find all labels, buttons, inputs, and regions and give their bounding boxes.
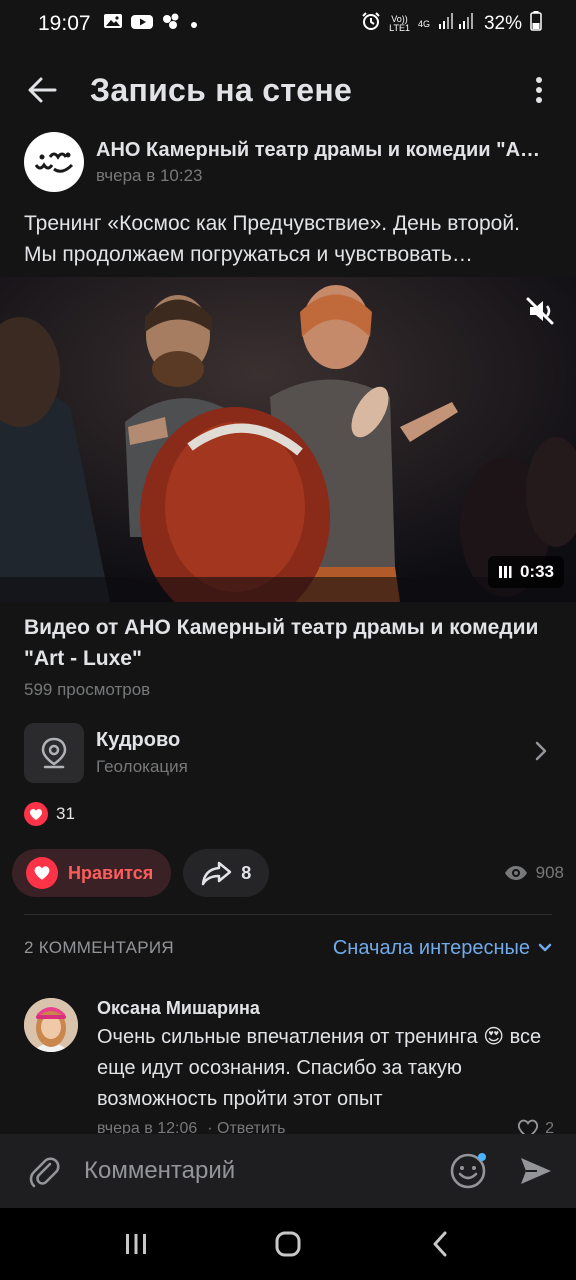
network-bottom: LTE1	[389, 23, 410, 33]
video-duration-badge: 0:33	[487, 556, 564, 588]
geo-label: Геолокация	[96, 757, 188, 776]
like-label: Нравится	[68, 862, 154, 883]
gallery-icon	[103, 12, 123, 36]
notification-dot	[478, 1153, 486, 1161]
page-title: Запись на стене	[90, 71, 353, 108]
post-actions: Нравится 8 908	[12, 848, 564, 898]
comment-author[interactable]: Оксана Мишарина	[97, 998, 554, 1019]
geo-name: Кудрово	[96, 729, 181, 751]
mute-icon[interactable]	[524, 295, 556, 332]
heart-icon	[26, 857, 58, 889]
nav-back-icon[interactable]	[410, 1214, 470, 1274]
reply-button[interactable]: · Ответить	[207, 1120, 285, 1134]
video-thumbnail	[0, 277, 576, 602]
comments-header: 2 КОММЕНТАРИЯ Сначала интересные	[24, 934, 552, 962]
theatre-logo-icon	[34, 152, 74, 173]
reply-label: Ответить	[217, 1120, 286, 1134]
comment-likes-count: 2	[545, 1120, 554, 1134]
comment-input[interactable]: Комментарий	[84, 1157, 446, 1185]
post-text[interactable]: Тренинг «Космос как Предчувствие». День …	[24, 208, 556, 270]
send-icon[interactable]	[518, 1153, 554, 1189]
post-time: вчера в 10:23	[96, 165, 203, 185]
post-author[interactable]: АНО Камерный театр драмы и комедии "Art …	[24, 132, 554, 192]
author-name[interactable]: АНО Камерный театр драмы и комедии "Art …	[96, 139, 546, 162]
author-avatar[interactable]	[24, 132, 84, 192]
heart-outline-icon	[517, 1119, 539, 1134]
home-icon[interactable]	[258, 1214, 318, 1274]
divider	[24, 914, 552, 915]
alarm-icon	[361, 11, 381, 37]
paperclip-icon[interactable]	[24, 1151, 64, 1191]
battery-icon	[530, 11, 542, 37]
dot-icon	[189, 12, 199, 36]
geolocation-row[interactable]: Кудрово Геолокация	[24, 722, 554, 784]
back-arrow-icon[interactable]	[22, 70, 62, 110]
app-header: Запись на стене	[0, 58, 576, 122]
more-vertical-icon[interactable]	[524, 70, 554, 110]
views-counter: 908	[504, 863, 564, 883]
comment-meta: вчера в 12:06 · Ответить 2	[97, 1119, 554, 1134]
likes-summary[interactable]: 31	[24, 802, 75, 826]
comment-time: вчера в 12:06	[97, 1120, 198, 1134]
system-nav-bar	[0, 1208, 576, 1280]
heart-eyes-emoji-icon: 😍	[483, 1026, 505, 1048]
map-pin-icon	[24, 723, 84, 783]
recent-apps-icon[interactable]	[106, 1214, 166, 1274]
volte-indicator: Vo)) LTE1	[389, 15, 410, 33]
pause-bars-icon	[498, 566, 512, 578]
avatar[interactable]	[24, 998, 78, 1052]
video-duration: 0:33	[519, 562, 554, 581]
likes-count: 31	[56, 804, 75, 823]
video-title[interactable]: Видео от АНО Камерный театр драмы и коме…	[24, 612, 558, 674]
comment-text: Очень сильные впечатления от тренинга 😍 …	[97, 1022, 554, 1115]
battery-percent: 32%	[483, 13, 522, 34]
comment-like-button[interactable]: 2	[517, 1119, 554, 1134]
share-arrow-icon	[201, 861, 232, 886]
comments-sort-dropdown[interactable]: Сначала интересные	[333, 937, 552, 960]
heart-icon	[24, 802, 48, 826]
youtube-icon	[130, 12, 153, 36]
signal-icon	[438, 12, 476, 36]
comment-text-part-1: Очень сильные впечатления от тренинга	[97, 1026, 478, 1048]
chevron-right-icon	[534, 740, 548, 767]
network-gen: 4G	[417, 18, 430, 29]
video-views: 599 просмотров	[24, 680, 151, 699]
share-button[interactable]: 8	[183, 849, 270, 897]
status-bar: 19:07 Vo)) LTE1 4G 32%	[0, 0, 576, 48]
status-time: 19:07	[38, 12, 91, 35]
views-count: 908	[535, 863, 564, 882]
video-player[interactable]: 0:33	[0, 277, 576, 602]
eye-icon	[504, 866, 527, 880]
share-count: 8	[241, 862, 252, 883]
sort-label: Сначала интересные	[332, 936, 530, 959]
comment-item: Оксана Мишарина Очень сильные впечатлени…	[24, 998, 554, 1134]
emoji-button[interactable]	[446, 1149, 490, 1193]
chevron-down-icon	[538, 943, 552, 952]
comments-count: 2 КОММЕНТАРИЯ	[24, 938, 174, 957]
social-icon	[161, 12, 181, 36]
like-button[interactable]: Нравится	[12, 849, 172, 897]
comment-composer: Комментарий	[0, 1134, 576, 1208]
